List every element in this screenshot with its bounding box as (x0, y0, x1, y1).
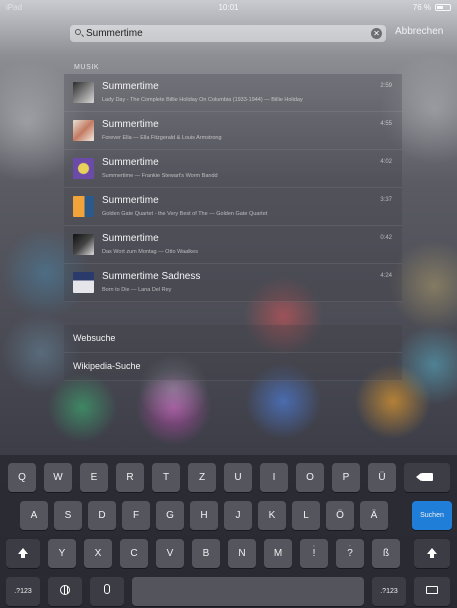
key-ue[interactable]: Ü (368, 463, 396, 492)
key-o[interactable]: O (296, 463, 324, 492)
key-n[interactable]: N (228, 539, 256, 568)
key-r[interactable]: R (116, 463, 144, 492)
song-subtitle: Forever Ella — Ella Fitzgerald & Louis A… (102, 135, 222, 141)
key-t[interactable]: T (152, 463, 180, 492)
space-key[interactable] (132, 577, 364, 606)
song-title: Summertime (102, 157, 159, 168)
key-comma-secondary: , (313, 542, 315, 548)
clear-search-icon[interactable]: ✕ (371, 28, 382, 39)
battery-percentage: 76 % (412, 3, 431, 12)
key-u[interactable]: U (224, 463, 252, 492)
numbers-key-right[interactable]: .?123 (372, 577, 406, 606)
status-time: 10:01 (218, 3, 239, 12)
battery-icon (435, 4, 451, 11)
status-bar: iPad 10:01 76 % (0, 0, 457, 16)
shift-key-left[interactable] (6, 539, 40, 568)
song-duration: 3:37 (380, 197, 392, 203)
album-artwork (73, 120, 94, 141)
song-duration: 4:02 (380, 159, 392, 165)
key-y[interactable]: Y (48, 539, 76, 568)
song-duration: 4:55 (380, 121, 392, 127)
key-i[interactable]: I (260, 463, 288, 492)
album-artwork (73, 234, 94, 255)
song-subtitle: Golden Gate Quartet - the Very Best of T… (102, 211, 268, 217)
microphone-icon (104, 584, 110, 594)
album-artwork (73, 196, 94, 217)
key-g[interactable]: G (156, 501, 184, 530)
web-search-row[interactable]: Websuche (64, 325, 402, 353)
music-section-label: MUSIK (74, 64, 100, 71)
key-l[interactable]: L (292, 501, 320, 530)
hide-keyboard-key[interactable] (414, 577, 450, 606)
music-result-row[interactable]: Summertime Summertime — Frankie Stewart'… (64, 150, 402, 188)
key-b[interactable]: B (192, 539, 220, 568)
song-subtitle: Born to Die — Lana Del Rey (102, 287, 172, 293)
key-q[interactable]: Q (8, 463, 36, 492)
shift-icon (18, 548, 28, 558)
album-artwork (73, 272, 94, 293)
song-title: Summertime (102, 119, 159, 130)
key-s[interactable]: S (54, 501, 82, 530)
wikipedia-search-row[interactable]: Wikipedia-Suche (64, 353, 402, 381)
song-subtitle: Summertime — Frankie Stewart's Worm Band… (102, 173, 218, 179)
key-c[interactable]: C (120, 539, 148, 568)
key-e[interactable]: E (80, 463, 108, 492)
shift-key-right[interactable] (414, 539, 450, 568)
globe-icon (60, 585, 70, 595)
song-duration: 4:24 (380, 273, 392, 279)
song-title: Summertime (102, 233, 159, 244)
music-result-row[interactable]: Summertime Forever Ella — Ella Fitzgeral… (64, 112, 402, 150)
key-period-secondary: . (349, 542, 351, 548)
music-results-list: Summertime Lady Day - The Complete Billi… (64, 74, 402, 302)
search-key[interactable]: Suchen (412, 501, 452, 530)
numbers-key-left[interactable]: .?123 (6, 577, 40, 606)
key-a[interactable]: A (20, 501, 48, 530)
album-artwork (73, 158, 94, 179)
song-duration: 0:42 (380, 235, 392, 241)
search-icon (75, 29, 81, 35)
album-artwork (73, 82, 94, 103)
song-title: Summertime Sadness (102, 271, 201, 282)
key-x[interactable]: X (84, 539, 112, 568)
song-subtitle: Lady Day - The Complete Billie Holiday O… (102, 97, 303, 103)
music-result-row[interactable]: Summertime Sadness Born to Die — Lana De… (64, 264, 402, 302)
wikipedia-search-label: Wikipedia-Suche (73, 361, 141, 371)
music-result-row[interactable]: Summertime Lady Day - The Complete Billi… (64, 74, 402, 112)
key-h[interactable]: H (190, 501, 218, 530)
backspace-key[interactable] (404, 463, 450, 492)
key-ae[interactable]: Ä (360, 501, 388, 530)
key-m[interactable]: M (264, 539, 292, 568)
key-z[interactable]: Z (188, 463, 216, 492)
backspace-icon (416, 473, 433, 481)
spotlight-search-bar[interactable]: ✕ (70, 25, 386, 42)
search-input[interactable] (86, 26, 356, 41)
cancel-button[interactable]: Abbrechen (395, 26, 443, 37)
song-title: Summertime (102, 81, 159, 92)
music-result-row[interactable]: Summertime Golden Gate Quartet - the Ver… (64, 188, 402, 226)
key-d[interactable]: D (88, 501, 116, 530)
shift-icon (427, 548, 437, 558)
song-subtitle: Das Wort zum Montag — Otto Waalkes (102, 249, 198, 255)
key-eszett[interactable]: ß (372, 539, 400, 568)
key-f[interactable]: F (122, 501, 150, 530)
key-j[interactable]: J (224, 501, 252, 530)
key-oe[interactable]: Ö (326, 501, 354, 530)
hide-keyboard-icon (426, 586, 438, 594)
globe-key[interactable] (48, 577, 82, 606)
music-result-row[interactable]: Summertime Das Wort zum Montag — Otto Wa… (64, 226, 402, 264)
key-exclamation[interactable]: , ! (300, 539, 328, 568)
key-question[interactable]: . ? (336, 539, 364, 568)
on-screen-keyboard: Q W E R T Z U I O P Ü A S D F G H J K L … (0, 455, 457, 608)
song-duration: 2:59 (380, 83, 392, 89)
key-v[interactable]: V (156, 539, 184, 568)
song-title: Summertime (102, 195, 159, 206)
web-search-options: Websuche Wikipedia-Suche (64, 325, 402, 381)
web-search-label: Websuche (73, 333, 116, 343)
key-w[interactable]: W (44, 463, 72, 492)
key-p[interactable]: P (332, 463, 360, 492)
key-k[interactable]: K (258, 501, 286, 530)
dictation-key[interactable] (90, 577, 124, 606)
